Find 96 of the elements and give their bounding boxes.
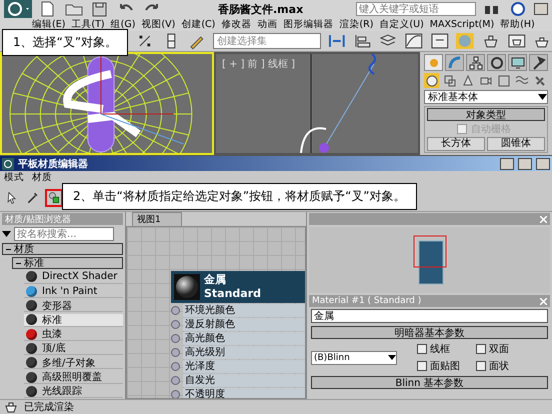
primitive-button[interactable]: 长方体 xyxy=(427,137,485,152)
material-list-item[interactable]: 多维/子对象 xyxy=(24,357,123,370)
schematic-view-icon[interactable] xyxy=(430,32,450,50)
menu-item[interactable]: 模式 xyxy=(4,171,24,184)
node-slot: 漫反射颜色 xyxy=(183,318,305,331)
category-button[interactable] xyxy=(496,73,511,88)
sphere-icon xyxy=(424,74,438,88)
node-type: Standard xyxy=(204,287,262,302)
menu-item[interactable]: 动画 xyxy=(257,18,278,31)
material-list-item[interactable]: Ink 'n Paint xyxy=(24,286,123,298)
app-logo xyxy=(2,158,14,170)
hierarchy-icon xyxy=(468,54,484,71)
checkbox-label: 面贴图 xyxy=(430,360,460,374)
menu-item[interactable]: 渲染(R) xyxy=(339,18,374,31)
close-button[interactable] xyxy=(536,158,550,170)
callout-text: 2、单击“将材质指定给选定对象”按钮，将材质赋予“叉”对象。 xyxy=(62,183,417,210)
node-slot: 自发光 xyxy=(183,374,305,387)
status-text: 已完成渲染 xyxy=(24,400,74,414)
window-title: 平板材质编辑器 xyxy=(18,158,88,171)
selection-set-dropdown[interactable]: 创建选择集 xyxy=(212,33,322,50)
menu-item[interactable]: 自定义(U) xyxy=(379,18,424,31)
menu-item[interactable]: 组(G) xyxy=(110,18,136,31)
checkbox-label: 线框 xyxy=(430,342,450,356)
menu-item[interactable]: 编辑(E) xyxy=(32,18,66,31)
material-list-item[interactable]: DirectX Shader xyxy=(24,271,123,284)
target-icon xyxy=(488,54,504,71)
minimize-button[interactable] xyxy=(500,158,514,170)
material-list-item[interactable]: 虫漆 xyxy=(24,328,123,341)
material-list-item[interactable]: 顶/底 xyxy=(24,342,123,356)
panel-tab[interactable] xyxy=(487,54,506,72)
view-tab[interactable]: 视图1 xyxy=(132,212,182,226)
primitive-button[interactable]: 圆锥体 xyxy=(487,137,545,152)
close-icon[interactable] xyxy=(540,298,547,305)
group-header[interactable]: 标准 xyxy=(12,257,123,270)
curve-icon xyxy=(446,54,462,71)
app-logo[interactable] xyxy=(4,0,32,18)
material-list-item[interactable]: 光线跟踪 xyxy=(24,386,123,398)
node-slot: 环境光颜色 xyxy=(183,304,305,317)
rollout-header[interactable]: 明暗器基本参数 xyxy=(311,326,548,340)
menu-item[interactable]: MAXScript(M) xyxy=(430,19,494,30)
menu-item[interactable]: 帮助(H) xyxy=(500,18,535,31)
minimize-button[interactable] xyxy=(534,3,548,15)
material-sphere-icon xyxy=(174,274,200,300)
close-icon[interactable] xyxy=(540,216,547,223)
category-button[interactable] xyxy=(442,73,457,88)
menu-item[interactable]: 图形编辑器 xyxy=(283,18,334,31)
checkbox[interactable] xyxy=(417,344,427,354)
monitor-icon xyxy=(510,54,526,71)
menu-item[interactable]: 材质 xyxy=(32,171,52,184)
group-header[interactable]: 材质 xyxy=(2,243,123,256)
dropdown-arrow-icon xyxy=(538,94,547,100)
square-icon xyxy=(496,74,510,88)
assign-material-icon xyxy=(47,190,61,206)
teapot-icon xyxy=(4,401,18,413)
node-title: 金属 xyxy=(204,273,227,288)
panel-tab[interactable] xyxy=(466,54,485,72)
render-frame-icon[interactable] xyxy=(506,32,526,50)
dropdown-arrow-icon xyxy=(388,355,396,360)
rollout-header[interactable]: 对象类型 xyxy=(427,108,545,122)
navigator-preview-drawing xyxy=(412,235,446,286)
viewport-label[interactable]: [ + ] 前 ] 线框 ] xyxy=(222,57,296,72)
light-icon xyxy=(460,74,474,88)
search-field[interactable]: 按名称搜索... xyxy=(14,227,114,242)
checkbox[interactable] xyxy=(476,361,486,372)
menu-item[interactable]: 创建(C) xyxy=(181,18,216,31)
callout-text: 1、选择“叉”对象。 xyxy=(2,29,128,56)
checkbox[interactable] xyxy=(417,361,427,372)
maximize-button[interactable] xyxy=(518,158,532,170)
shapes-icon xyxy=(442,74,456,88)
material-list-item[interactable]: 标准 xyxy=(24,314,123,327)
material-name-field[interactable]: 金属 xyxy=(311,309,548,324)
menu-item[interactable]: 修改器 xyxy=(221,18,252,31)
category-button[interactable] xyxy=(424,73,439,88)
search-field[interactable]: 键入关键字或短语 xyxy=(356,2,476,16)
menu-item[interactable]: 视图(V) xyxy=(141,18,176,31)
panel-header: Material #1 ( Standard ) xyxy=(309,295,550,308)
panel-tab[interactable] xyxy=(508,54,527,72)
panel-tab[interactable] xyxy=(529,54,548,72)
menu-item[interactable]: 工具(T) xyxy=(71,18,105,31)
window-title: 香肠酱文件.max xyxy=(218,2,304,16)
checkbox-label: 双面 xyxy=(489,343,509,356)
node-slot: 光泽度 xyxy=(183,360,305,373)
shader-dropdown[interactable]: (B)Blinn xyxy=(311,350,397,365)
node-slot: 高光级别 xyxy=(183,346,305,359)
material-list-item[interactable]: 变形器 xyxy=(24,300,123,312)
checkbox-label: 面状 xyxy=(489,360,509,374)
dropdown-arrow-icon[interactable] xyxy=(2,231,11,238)
checkbox[interactable] xyxy=(476,344,486,354)
rollout-header[interactable]: Blinn 基本参数 xyxy=(311,376,548,390)
object-category-dropdown[interactable]: 标准基本体 xyxy=(424,90,548,104)
curve-editor-icon[interactable] xyxy=(404,32,424,50)
align-icon[interactable] xyxy=(352,32,372,50)
node-slot: 高光颜色 xyxy=(183,332,305,345)
material-list-item[interactable]: 高级照明覆盖 xyxy=(24,371,123,384)
panel-header: 材质/贴图浏览器 xyxy=(2,213,123,226)
viewport[interactable]: [ + ] 前 ] 线框 ] xyxy=(214,52,420,156)
